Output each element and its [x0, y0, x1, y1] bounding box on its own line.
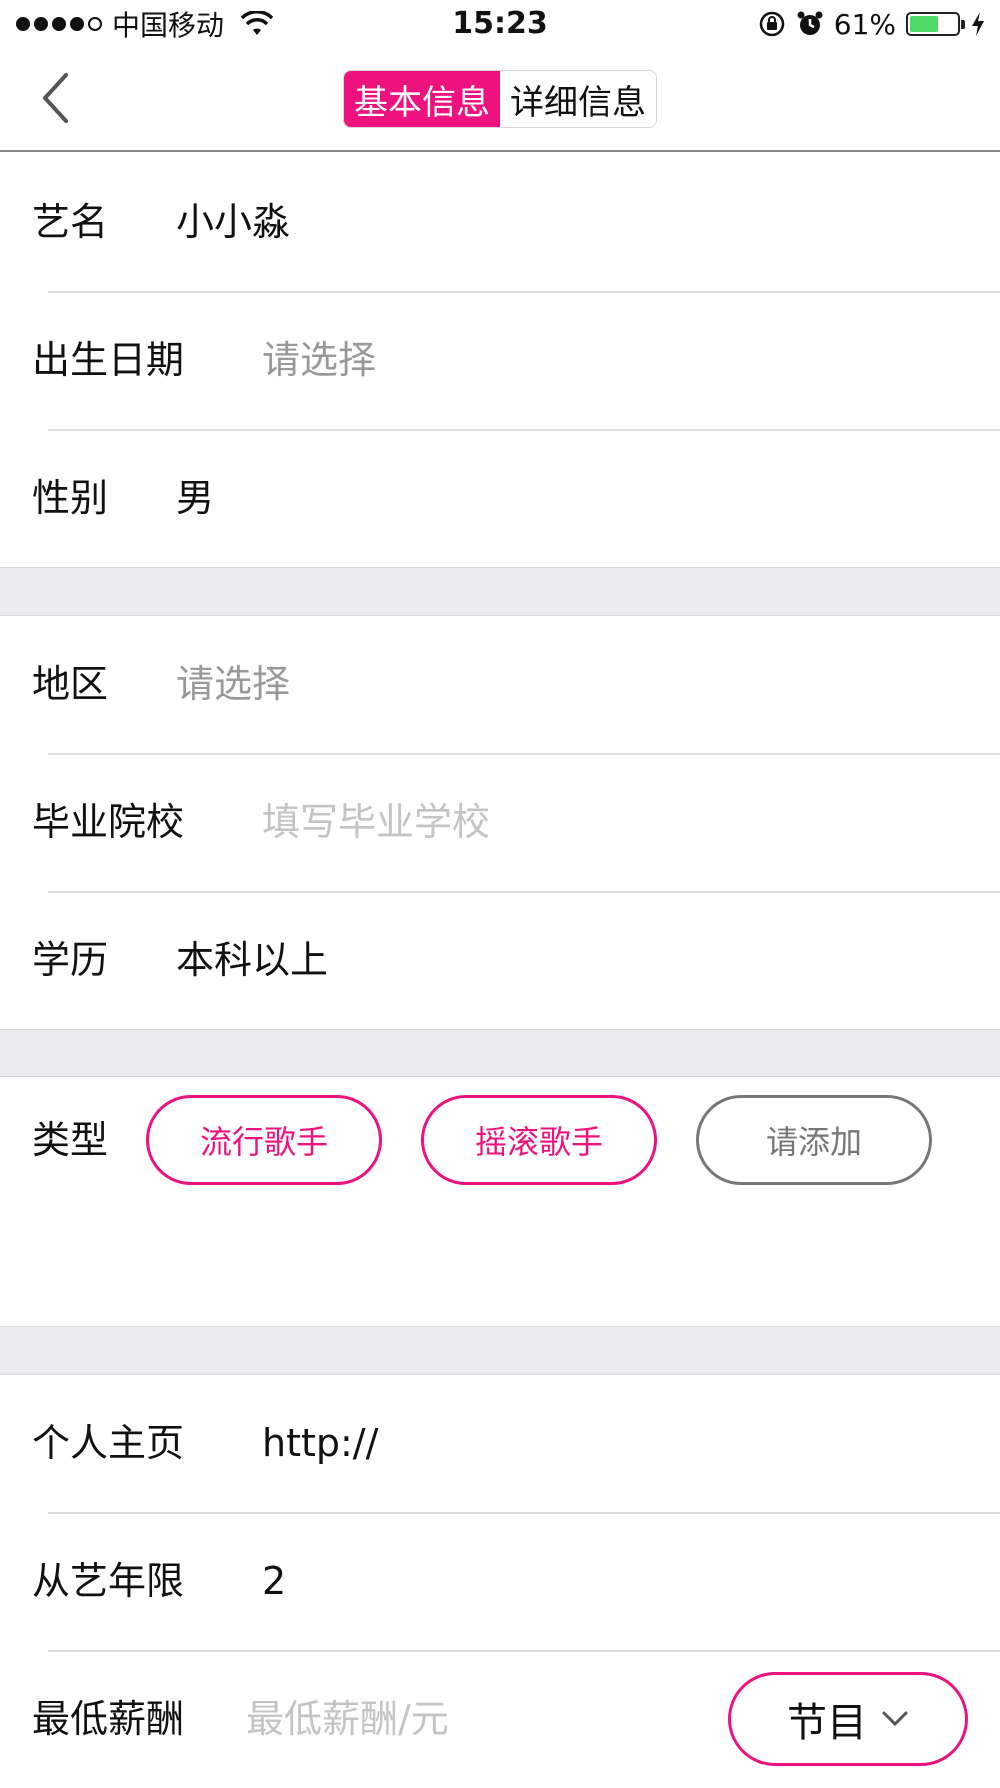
tab-basic-info[interactable]: 基本信息: [344, 71, 500, 127]
education-value[interactable]: 本科以上: [176, 892, 328, 1029]
stage-name-label: 艺名: [32, 200, 109, 244]
section-separator: [0, 1029, 1000, 1077]
gender-value[interactable]: 男: [176, 430, 214, 567]
type-label: 类型: [32, 1118, 109, 1162]
tab-detail-info[interactable]: 详细信息: [500, 71, 656, 127]
battery-percent: 61%: [833, 7, 896, 41]
battery-icon: [906, 12, 965, 36]
stage-name-value[interactable]: 小小淼: [176, 154, 290, 291]
school-row[interactable]: 毕业院校 填写毕业学校: [0, 754, 1000, 891]
homepage-row[interactable]: 个人主页 http://: [0, 1375, 1000, 1512]
birth-date-row[interactable]: 出生日期 请选择: [0, 292, 1000, 429]
add-tag-button[interactable]: 请添加: [696, 1095, 932, 1185]
tag-rock-singer[interactable]: 摇滚歌手: [421, 1095, 657, 1185]
region-label: 地区: [32, 662, 109, 706]
section-separator: [0, 567, 1000, 616]
segmented-control: 基本信息 详细信息: [343, 70, 657, 128]
salary-unit-dropdown[interactable]: 节目: [728, 1672, 968, 1766]
years-input[interactable]: 2: [262, 1513, 286, 1650]
stage-name-row[interactable]: 艺名 小小淼: [0, 154, 1000, 291]
school-input[interactable]: 填写毕业学校: [262, 754, 490, 891]
region-row[interactable]: 地区 请选择: [0, 616, 1000, 753]
status-right: 61%: [758, 6, 986, 42]
chevron-left-icon: [43, 73, 68, 123]
salary-unit-value: 节目: [787, 1700, 867, 1746]
years-row[interactable]: 从艺年限 2: [0, 1513, 1000, 1650]
region-picker[interactable]: 请选择: [176, 616, 290, 753]
school-label: 毕业院校: [32, 800, 185, 844]
min-salary-input[interactable]: 最低薪酬/元: [246, 1651, 449, 1788]
alarm-icon: [797, 11, 823, 35]
charging-icon: [972, 12, 984, 36]
gender-row[interactable]: 性别 男: [0, 430, 1000, 567]
homepage-input[interactable]: http://: [262, 1375, 378, 1512]
min-salary-label: 最低薪酬: [32, 1697, 185, 1741]
nav-bar: 基本信息 详细信息: [0, 48, 1000, 152]
status-bar: 中国移动 15:23 61%: [0, 0, 1000, 48]
years-label: 从艺年限: [32, 1559, 185, 1603]
gender-label: 性别: [32, 476, 109, 520]
tag-pop-singer[interactable]: 流行歌手: [146, 1095, 382, 1185]
homepage-label: 个人主页: [32, 1421, 185, 1465]
education-label: 学历: [32, 938, 109, 982]
birth-date-picker[interactable]: 请选择: [262, 292, 376, 429]
back-button[interactable]: [30, 70, 80, 126]
chevron-down-icon: [882, 1711, 908, 1727]
orientation-lock-icon: [759, 11, 785, 37]
birth-date-label: 出生日期: [32, 338, 185, 382]
battery-fill: [910, 16, 939, 32]
section-separator: [0, 1326, 1000, 1375]
education-row[interactable]: 学历 本科以上: [0, 892, 1000, 1029]
